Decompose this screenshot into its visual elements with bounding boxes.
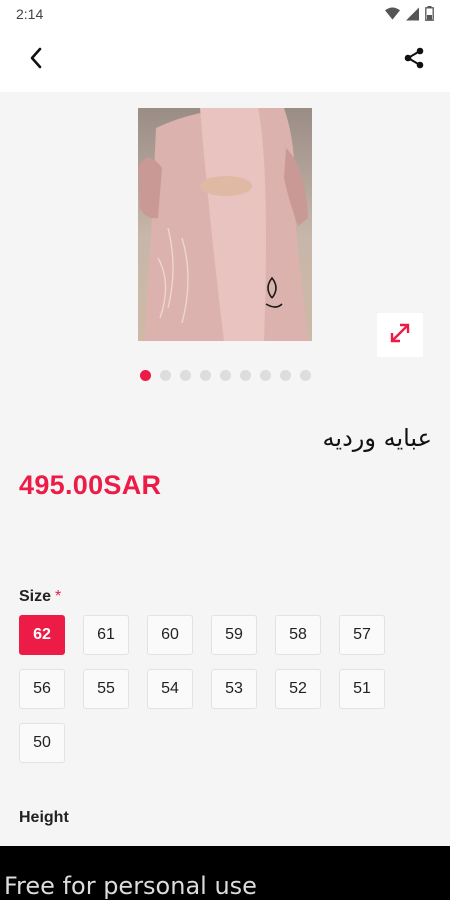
app-bar <box>0 28 450 92</box>
size-label-text: Size <box>19 588 52 605</box>
chevron-left-icon <box>29 47 43 74</box>
product-image[interactable] <box>138 108 312 341</box>
gallery-dot[interactable] <box>200 370 211 381</box>
required-mark: * <box>55 588 62 605</box>
gallery-pagination <box>140 370 311 381</box>
size-option[interactable]: 61 <box>83 615 129 655</box>
size-option[interactable]: 53 <box>211 669 257 709</box>
status-bar: 2:14 <box>0 0 450 28</box>
size-option[interactable]: 60 <box>147 615 193 655</box>
gallery-dot[interactable] <box>260 370 271 381</box>
size-option[interactable]: 54 <box>147 669 193 709</box>
status-icons <box>385 6 434 26</box>
size-option[interactable]: 55 <box>83 669 129 709</box>
product-gallery[interactable] <box>0 92 450 392</box>
product-price: 495.00SAR <box>19 470 162 500</box>
back-button[interactable] <box>22 46 50 74</box>
size-option[interactable]: 52 <box>275 669 321 709</box>
gallery-dot[interactable] <box>280 370 291 381</box>
gallery-dot[interactable] <box>240 370 251 381</box>
status-time: 2:14 <box>16 6 44 22</box>
height-label: Height <box>19 809 69 826</box>
share-icon <box>402 46 426 75</box>
watermark-bar: Free for personal use <box>0 846 450 900</box>
size-option[interactable]: 50 <box>19 723 65 763</box>
size-option[interactable]: 59 <box>211 615 257 655</box>
wifi-icon <box>385 6 400 26</box>
share-button[interactable] <box>400 46 428 74</box>
gallery-dot[interactable] <box>160 370 171 381</box>
size-option[interactable]: 62 <box>19 615 65 655</box>
size-option[interactable]: 51 <box>339 669 385 709</box>
product-title: عبايه ورديه <box>322 424 432 452</box>
size-option[interactable]: 57 <box>339 615 385 655</box>
gallery-dot[interactable] <box>220 370 231 381</box>
size-option[interactable]: 58 <box>275 615 321 655</box>
watermark-text: Free for personal use <box>4 872 257 900</box>
battery-icon <box>425 6 434 26</box>
gallery-dot[interactable] <box>300 370 311 381</box>
gallery-dot[interactable] <box>180 370 191 381</box>
expand-arrows-icon <box>389 322 411 349</box>
expand-button[interactable] <box>377 313 423 357</box>
gallery-dot[interactable] <box>140 370 151 381</box>
size-option[interactable]: 56 <box>19 669 65 709</box>
signal-icon <box>406 7 419 26</box>
size-label: Size * <box>19 588 61 606</box>
